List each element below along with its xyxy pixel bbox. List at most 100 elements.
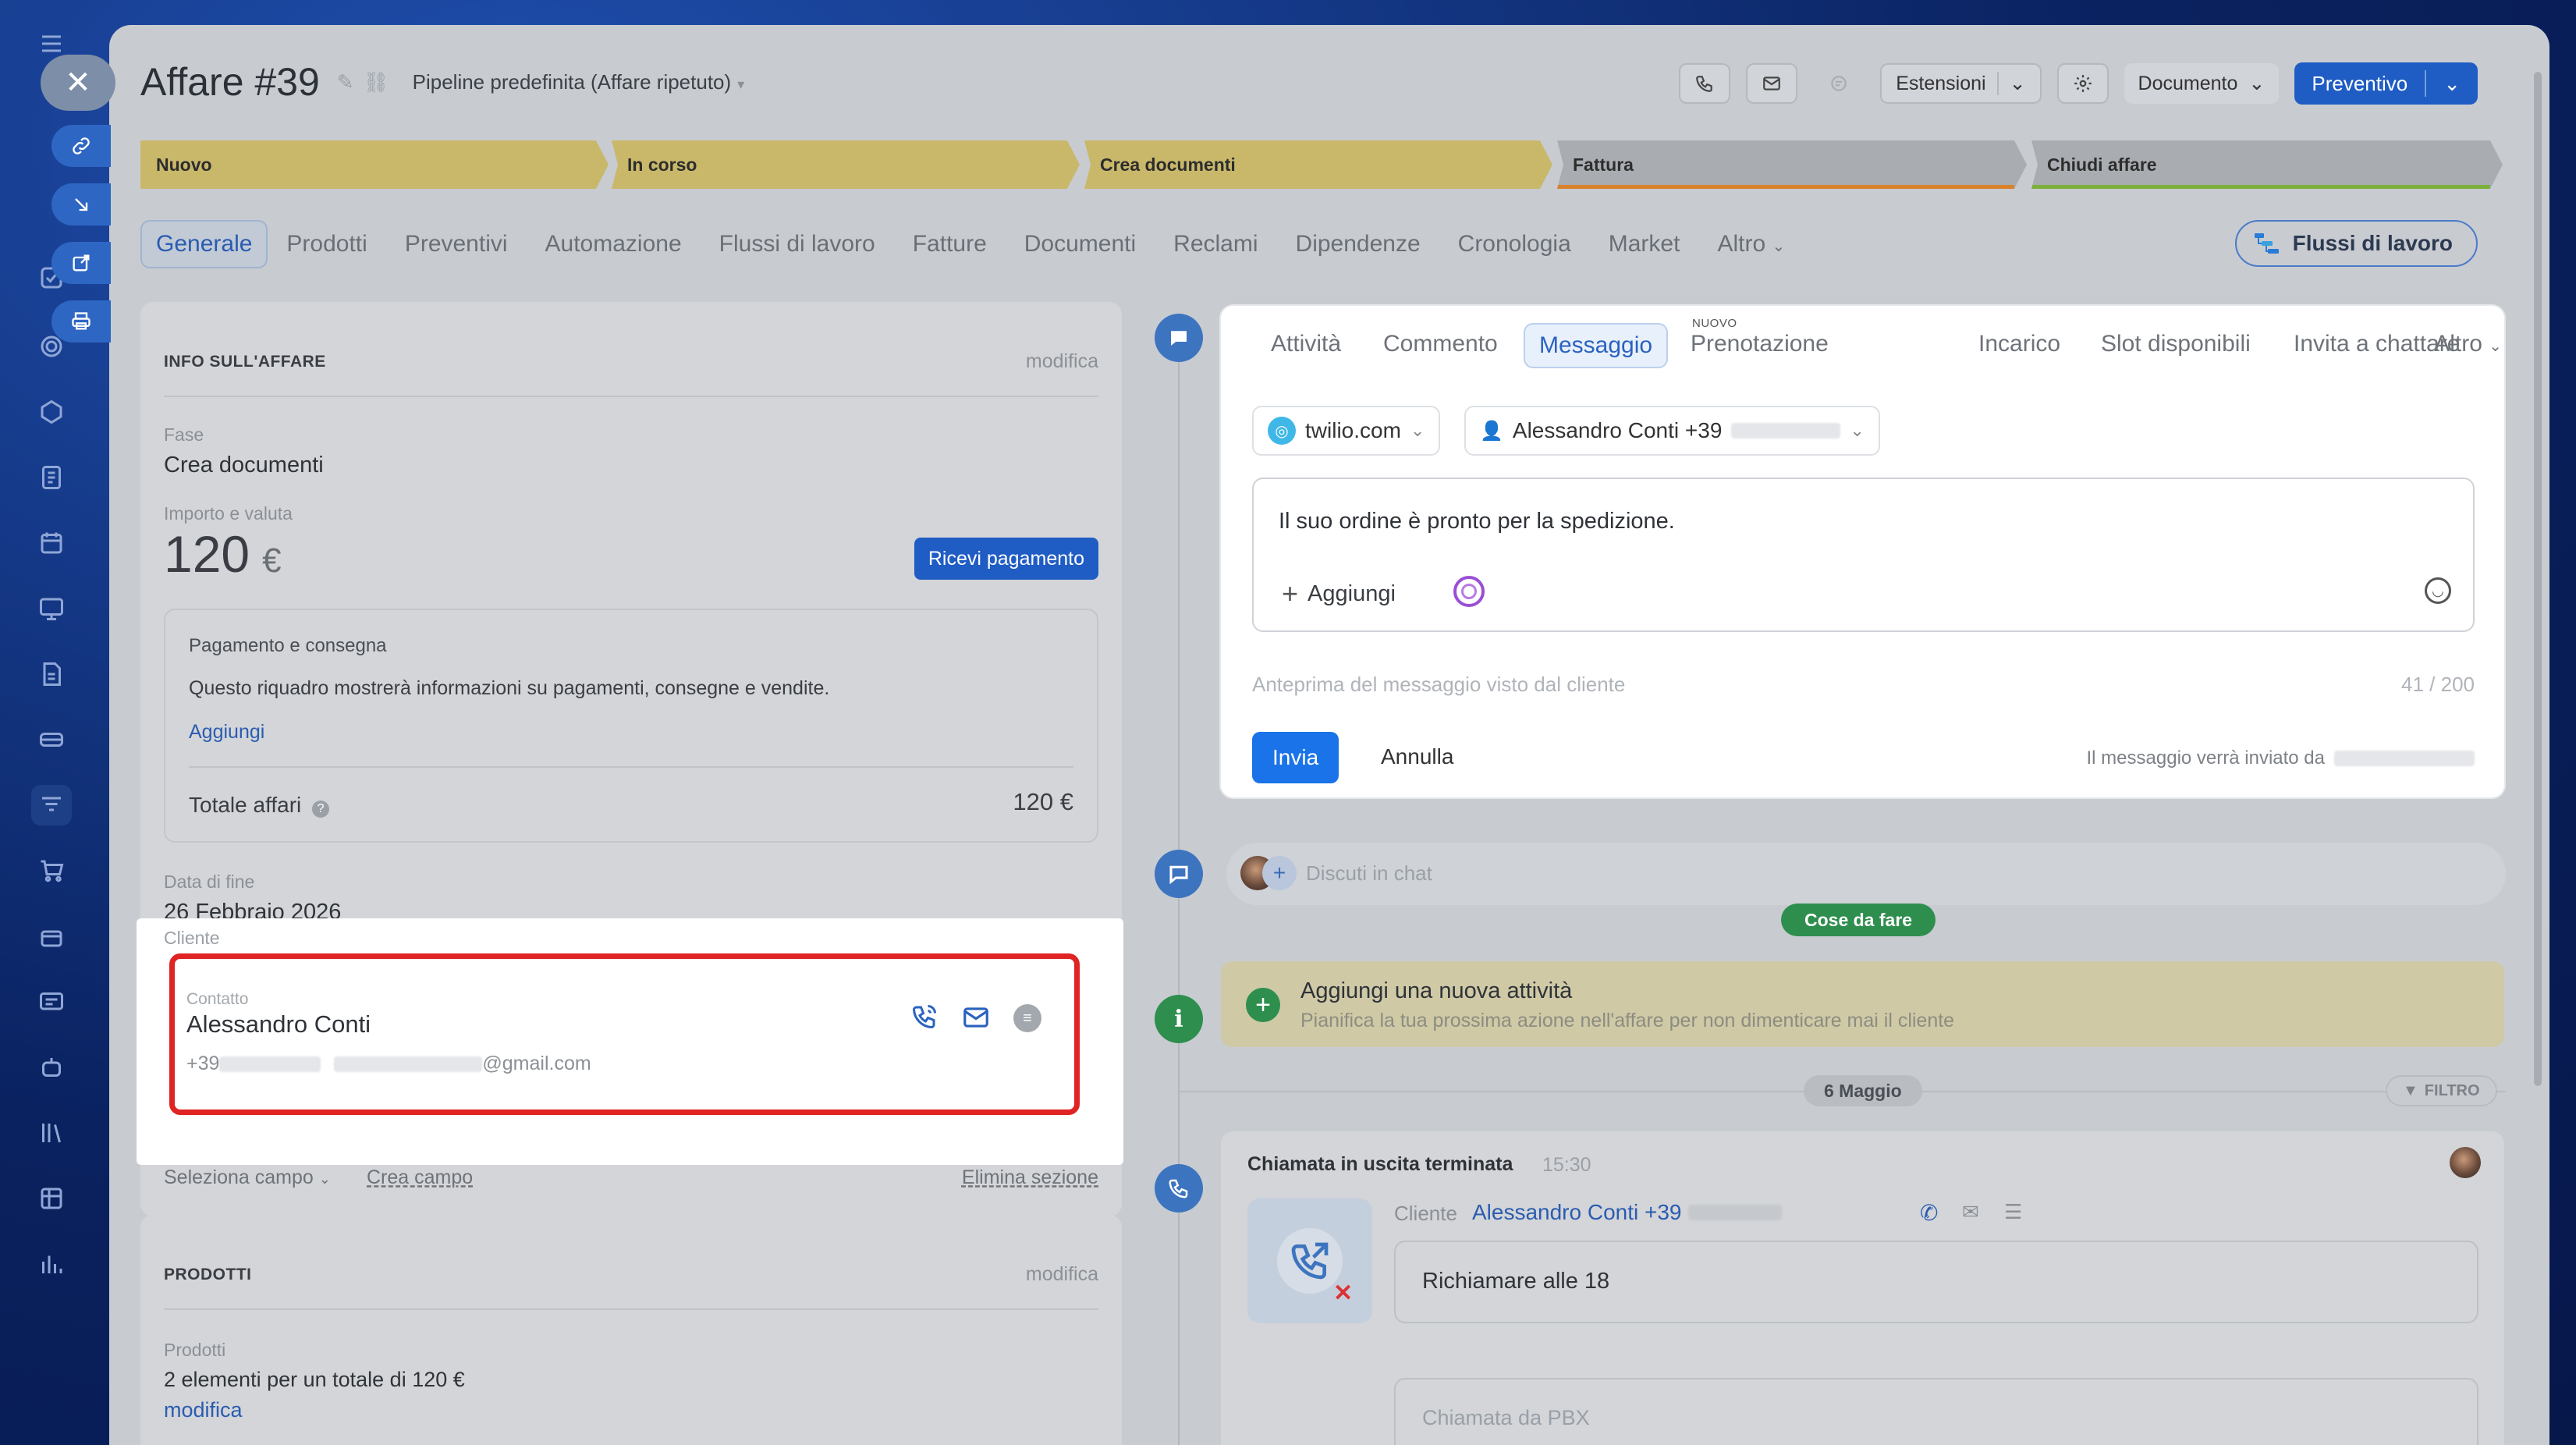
scrollbar[interactable] [2534,72,2542,1086]
document-dropdown[interactable]: Documento ⌄ [2124,63,2280,104]
person-icon: 👤 [1480,420,1503,442]
receive-payment-button[interactable]: Ricevi pagamento [914,538,1098,580]
messages-icon[interactable] [31,982,72,1022]
copy-link-icon[interactable] [51,125,111,167]
crm-icon[interactable] [31,785,72,825]
grid-icon[interactable] [31,1178,72,1219]
provider-select[interactable]: ◎ twilio.com ⌄ [1252,406,1441,456]
separator [1996,72,1999,95]
tab-documenti[interactable]: Documenti [1006,220,1155,268]
shop-icon[interactable] [31,850,72,891]
missed-x-icon: ✕ [1333,1280,1354,1306]
composer-tab-attivita[interactable]: Attività [1271,331,1341,357]
create-field-link[interactable]: Crea campo [367,1166,473,1189]
analytics-icon[interactable] [31,1244,72,1284]
composer-tab-incarico[interactable]: Incarico [1978,331,2060,357]
stage-crea-documenti[interactable]: Crea documenti [1084,140,1552,189]
add-activity-icon[interactable]: + [1246,988,1280,1022]
call-button[interactable] [1679,63,1731,104]
outgoing-call-icon [1169,1179,1188,1198]
composer-tab-slot[interactable]: Slot disponibili [2101,331,2251,357]
tab-altro[interactable]: Altro ⌄ [1698,220,1804,268]
call-phone-icon[interactable]: ✆ [1920,1200,1938,1226]
plus-icon: + [1282,577,1299,609]
activity-composer: Attività Commento Messaggio NUOVO Prenot… [1221,306,2504,797]
tab-reclami[interactable]: Reclami [1155,220,1276,268]
help-icon[interactable]: ? [312,801,330,818]
edit-title-icon[interactable]: ✎ [337,70,354,94]
stage-nuovo[interactable]: Nuovo [140,140,609,189]
products-edit-link[interactable]: modifica [164,1398,243,1422]
recipient-select[interactable]: 👤 Alessandro Conti +39 ⌄ [1464,406,1880,456]
call-mail-icon[interactable]: ✉ [1962,1200,1979,1224]
stage-in-corso[interactable]: In corso [612,140,1080,189]
copy-link-icon[interactable]: ⛓ [364,70,389,94]
call-note: Richiamare alle 18 [1422,1269,1610,1294]
tab-generale[interactable]: Generale [140,220,268,268]
delete-section-link[interactable]: Elimina sezione [962,1166,1098,1189]
extensions-dropdown[interactable]: Estensioni ⌄ [1880,63,2042,104]
composer-tab-messaggio[interactable]: Messaggio [1524,323,1669,368]
file-icon[interactable] [31,654,72,694]
chevron-down-icon: ⌄ [1850,421,1865,440]
quote-button[interactable]: Preventivo ⌄ [2294,62,2478,105]
send-button[interactable]: Invia [1252,732,1339,783]
document-label: Documento [2138,72,2238,94]
store-icon[interactable] [31,916,72,957]
tab-dipendenze[interactable]: Dipendenze [1277,220,1439,268]
tab-flussi-di-lavoro[interactable]: Flussi di lavoro [701,220,894,268]
chat-button[interactable] [1813,63,1865,104]
tab-automazione[interactable]: Automazione [527,220,701,268]
new-activity-card[interactable]: + Aggiungi una nuova attività Pianifica … [1221,961,2504,1047]
add-participant-icon[interactable]: + [1262,856,1297,890]
settings-button[interactable] [2056,63,2109,104]
cancel-button[interactable]: Annulla [1381,744,1453,769]
workflows-label: Flussi di lavoro [2292,231,2453,255]
stage-fattura[interactable]: Fattura [1557,140,2027,189]
call-client-link[interactable]: Alessandro Conti +39 [1472,1200,1782,1225]
emoji-icon[interactable]: ◡ [2425,577,2451,604]
edit-products-link[interactable]: modifica [1026,1263,1098,1286]
edit-info-link[interactable]: modifica [1026,350,1098,373]
chat-input-bar[interactable]: + Discuti in chat [1226,843,2506,905]
print-icon[interactable] [51,300,111,343]
preview-link[interactable]: Anteprima del messaggio visto dal client… [1252,673,1625,697]
add-payment-link[interactable]: Aggiungi [189,721,264,744]
close-slider-button[interactable]: ✕ [41,55,115,111]
add-label: Aggiungi [1308,580,1396,606]
robot-icon[interactable] [31,1047,72,1088]
filter-button[interactable]: ▼ FILTRO [2386,1075,2497,1106]
deal-tabs: Generale Prodotti Preventivi Automazione… [140,220,1804,268]
workflows-button[interactable]: Flussi di lavoro [2234,220,2478,267]
board-icon[interactable] [31,588,72,629]
library-icon[interactable] [31,1113,72,1153]
stage-chiudi-affare[interactable]: Chiudi affare [2031,140,2503,189]
open-new-window-icon[interactable] [51,242,111,284]
responsible-avatar[interactable] [2450,1147,2481,1178]
tab-market[interactable]: Market [1590,220,1699,268]
chevron-down-icon: ⌄ [2443,71,2461,95]
minimize-icon[interactable] [51,183,111,225]
pipeline-selector[interactable]: Pipeline predefinita (Affare ripetuto) ▾ [413,70,745,94]
call-chat-icon[interactable]: ☰ [2004,1200,2022,1224]
docs-icon[interactable] [31,457,72,498]
composer-tab-commento[interactable]: Commento [1383,331,1498,357]
twilio-icon: ◎ [1268,417,1296,445]
amount-value: 120 € [164,524,282,584]
tab-preventivi[interactable]: Preventivi [386,220,527,268]
email-button[interactable] [1746,63,1798,104]
todo-pill: Cose da fare [1781,904,1936,936]
call-note-box[interactable]: Richiamare alle 18 [1394,1241,2478,1323]
add-attachment-button[interactable]: + Aggiungi [1282,577,1396,610]
tab-cronologia[interactable]: Cronologia [1439,220,1590,268]
tab-prodotti[interactable]: Prodotti [268,220,385,268]
copilot-icon[interactable] [1453,576,1485,607]
message-input[interactable]: Il suo ordine è pronto per la spedizione… [1252,478,2475,632]
composer-tab-altro[interactable]: Altro ⌄ [2434,331,2502,357]
select-field-dropdown[interactable]: Seleziona campo ⌄ [164,1166,331,1189]
calendar-icon[interactable] [31,523,72,563]
sites-icon[interactable] [31,392,72,432]
composer-tab-prenotazione[interactable]: Prenotazione [1691,331,1829,357]
tab-fatture[interactable]: Fatture [894,220,1006,268]
drive-icon[interactable] [31,719,72,760]
